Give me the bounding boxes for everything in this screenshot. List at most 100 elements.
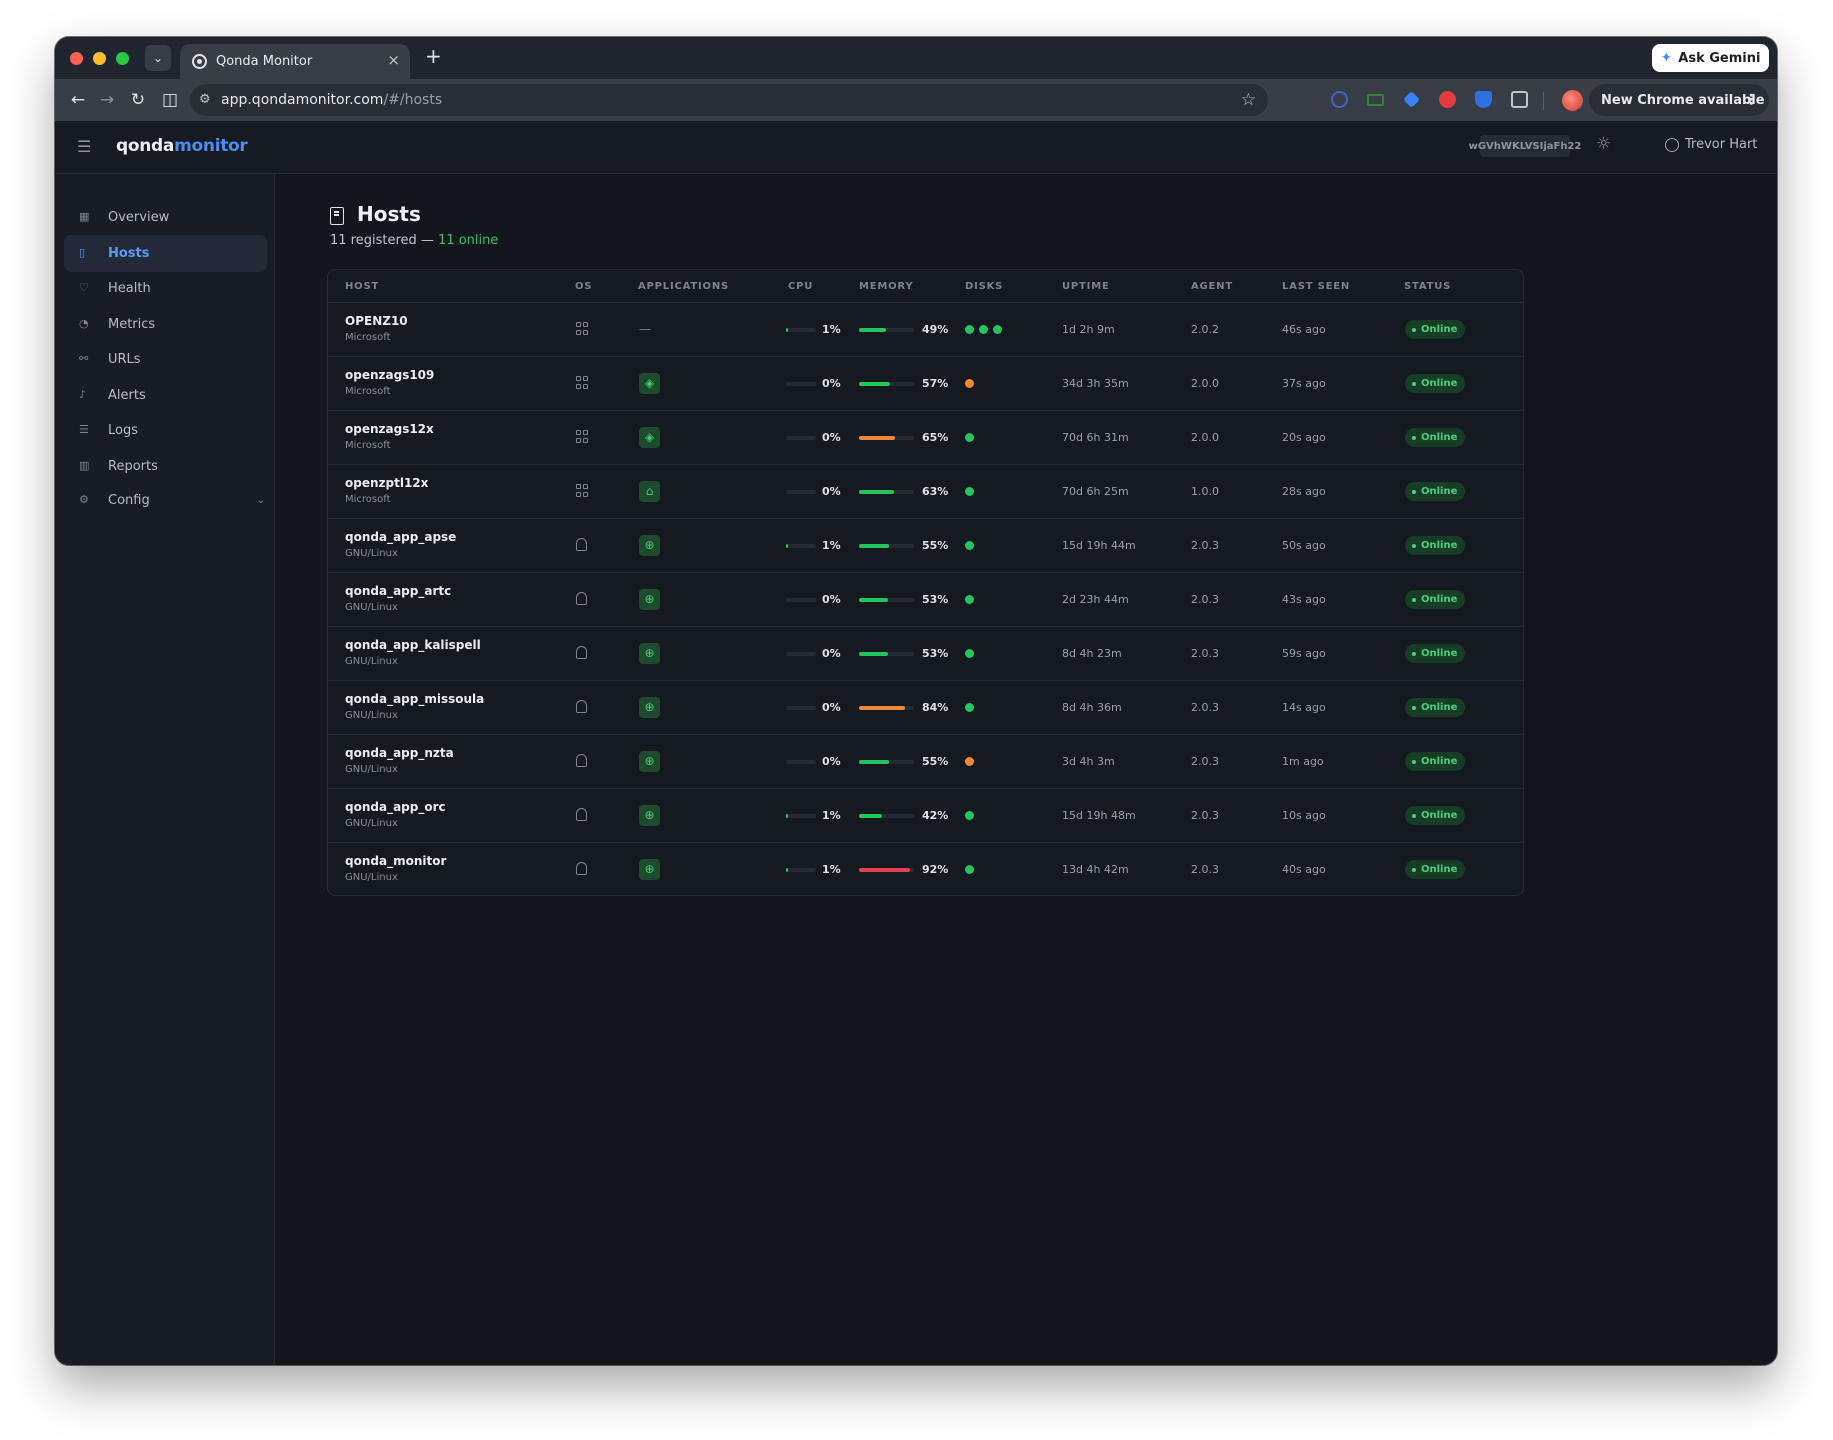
col-header-host[interactable]: HOST (345, 281, 379, 292)
sidebar-item-label: Overview (108, 210, 170, 225)
host-name[interactable]: qonda_app_missoula (345, 692, 484, 706)
sidebar-item-urls[interactable]: ⚯ URLs (64, 341, 267, 378)
sidebar-item-hosts[interactable]: ▯ Hosts (64, 235, 267, 272)
col-header-memory[interactable]: MEMORY (859, 281, 913, 292)
sidebar-item-reports[interactable]: ▥ Reports (64, 448, 267, 485)
sidebar-item-health[interactable]: ♡ Health (64, 270, 267, 307)
status-badge: Online (1405, 644, 1466, 663)
globe-icon[interactable]: ⊕ (639, 751, 660, 772)
col-header-last-seen[interactable]: LAST SEEN (1282, 281, 1350, 292)
sidebar-item-metrics[interactable]: ◔ Metrics (64, 306, 267, 343)
sidebar-item-config[interactable]: ⚙ Config ⌄ (64, 482, 267, 519)
table-row[interactable]: openzags109 Microsoft ◈ 0% 57% 34d 3h 35m 2.0.… (328, 357, 1523, 411)
disk-dot[interactable] (965, 649, 974, 658)
chrome-update-button[interactable]: New Chrome available ⋮ (1589, 84, 1769, 116)
host-name[interactable]: openzags12x (345, 422, 434, 436)
host-name[interactable]: qonda_app_kalispell (345, 638, 481, 652)
table-row[interactable]: qonda_app_kalispell GNU/Linux ⊕ 0% 53% 8d 4h … (328, 627, 1523, 681)
layers-icon[interactable]: ◈ (639, 427, 660, 448)
back-arrow-icon[interactable]: ← (66, 88, 90, 112)
kebab-menu-icon[interactable]: ⋮ (1744, 92, 1758, 108)
table-row[interactable]: OPENZ10 Microsoft — 1% 49% 1d 2h 9m 2.0.2 46s a… (328, 303, 1523, 357)
minimize-window-button[interactable] (93, 52, 106, 65)
ask-gemini-button[interactable]: ✦ Ask Gemini (1652, 44, 1769, 72)
hamburger-menu-icon[interactable]: ☰ (77, 137, 91, 156)
table-row[interactable]: qonda_monitor GNU/Linux ⊕ 1% 92% 13d 4h 42m 2.… (328, 843, 1523, 895)
host-name[interactable]: qonda_app_orc (345, 800, 446, 814)
browser-tab[interactable]: Qonda Monitor × (180, 44, 410, 79)
extension-icon[interactable] (1331, 91, 1348, 108)
status-badge: Online (1405, 590, 1466, 609)
extension-icon[interactable] (1439, 91, 1456, 108)
cpu-bar (786, 544, 816, 548)
host-name[interactable]: qonda_app_artc (345, 584, 451, 598)
col-header-agent[interactable]: AGENT (1191, 281, 1233, 292)
col-header-applications[interactable]: APPLICATIONS (638, 281, 729, 292)
host-name[interactable]: qonda_app_apse (345, 530, 456, 544)
globe-icon[interactable]: ⊕ (639, 589, 660, 610)
table-row[interactable]: openzptl12x Microsoft ⌂ 0% 63% 70d 6h 25m 1.0.… (328, 465, 1523, 519)
new-tab-button[interactable]: + (425, 46, 442, 66)
globe-icon[interactable]: ⊕ (639, 859, 660, 880)
disk-dot[interactable] (965, 433, 974, 442)
disk-dot[interactable] (979, 325, 988, 334)
disk-dot[interactable] (965, 541, 974, 550)
table-row[interactable]: qonda_app_nzta GNU/Linux ⊕ 0% 55% 3d 4h 3m 2.0… (328, 735, 1523, 789)
maximize-window-button[interactable] (116, 52, 129, 65)
col-header-status[interactable]: STATUS (1404, 281, 1451, 292)
bookmark-star-icon[interactable]: ☆ (1241, 90, 1256, 110)
host-name[interactable]: qonda_monitor (345, 854, 446, 868)
tab-close-icon[interactable]: × (387, 51, 400, 69)
table-row[interactable]: qonda_app_artc GNU/Linux ⊕ 0% 53% 2d 23h 44m 2… (328, 573, 1523, 627)
disk-dot[interactable] (965, 595, 974, 604)
globe-icon[interactable]: ⊕ (639, 697, 660, 718)
globe-icon[interactable]: ⊕ (639, 805, 660, 826)
table-row[interactable]: openzags12x Microsoft ◈ 0% 65% 70d 6h 31m 2.0.… (328, 411, 1523, 465)
site-settings-icon[interactable]: ⚙ (199, 92, 211, 107)
memory-bar-fill (859, 328, 886, 332)
disk-dot[interactable] (965, 325, 974, 334)
address-bar[interactable]: ⚙ app.qondamonitor.com/#/hosts ☆ (190, 84, 1268, 116)
sun-theme-toggle-icon[interactable]: ☼ (1596, 134, 1611, 154)
disk-dot[interactable] (965, 757, 974, 766)
col-header-os[interactable]: OS (575, 281, 592, 292)
tenant-id-badge[interactable]: wGVhWKLVSIjaFh22 (1469, 135, 1581, 157)
col-header-cpu[interactable]: CPU (788, 281, 813, 292)
disk-dot[interactable] (965, 865, 974, 874)
close-window-button[interactable] (70, 52, 83, 65)
reload-icon[interactable]: ↻ (126, 88, 150, 112)
host-name[interactable]: qonda_app_nzta (345, 746, 454, 760)
memory-bar (859, 382, 914, 386)
table-row[interactable]: qonda_app_orc GNU/Linux ⊕ 1% 42% 15d 19h 48m 2… (328, 789, 1523, 843)
shield-extension-icon[interactable] (1475, 91, 1492, 108)
host-name[interactable]: openzags109 (345, 368, 434, 382)
home-icon[interactable]: ⌂ (639, 481, 660, 502)
forward-arrow-icon[interactable]: → (95, 88, 119, 112)
sidebar-item-overview[interactable]: ▦ Overview (64, 199, 267, 236)
sidebar-item-alerts[interactable]: ♪ Alerts (64, 377, 267, 414)
gear-icon: ⚙ (79, 493, 89, 506)
globe-icon[interactable]: ⊕ (639, 535, 660, 556)
layers-icon[interactable]: ◈ (639, 373, 660, 394)
extension-icon[interactable] (1403, 91, 1420, 108)
disk-dot[interactable] (993, 325, 1002, 334)
host-name[interactable]: openzptl12x (345, 476, 428, 490)
user-menu[interactable]: Trevor Hart (1665, 137, 1757, 152)
col-header-uptime[interactable]: UPTIME (1062, 281, 1110, 292)
globe-icon[interactable]: ⊕ (639, 643, 660, 664)
extension-icon[interactable] (1367, 94, 1384, 106)
disk-dot[interactable] (965, 487, 974, 496)
host-name[interactable]: OPENZ10 (345, 314, 408, 328)
puzzle-extensions-icon[interactable] (1511, 91, 1528, 108)
col-header-disks[interactable]: DISKS (965, 281, 1003, 292)
profile-avatar[interactable] (1562, 90, 1583, 111)
disk-dot[interactable] (965, 379, 974, 388)
split-view-icon[interactable]: ◫ (158, 88, 182, 112)
table-row[interactable]: qonda_app_apse GNU/Linux ⊕ 1% 55% 15d 19h 44m… (328, 519, 1523, 573)
table-row[interactable]: qonda_app_missoula GNU/Linux ⊕ 0% 84% 8d 4h 3… (328, 681, 1523, 735)
disk-dot[interactable] (965, 811, 974, 820)
app-logo[interactable]: qondamonitor (116, 136, 248, 156)
sidebar-item-logs[interactable]: ☰ Logs (64, 412, 267, 449)
disk-dot[interactable] (965, 703, 974, 712)
tab-search-button[interactable]: ⌄ (145, 45, 171, 71)
